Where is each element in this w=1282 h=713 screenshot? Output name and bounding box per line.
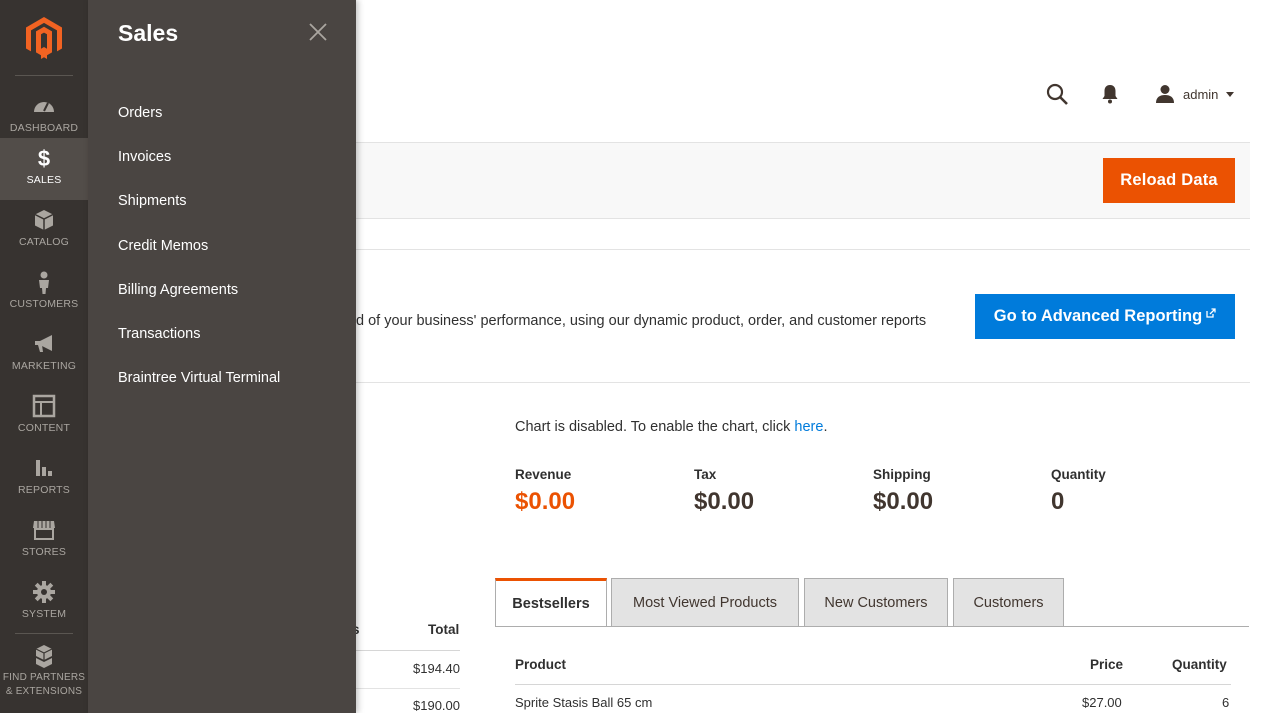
nav-label-line2: & EXTENSIONS <box>5 686 83 697</box>
grid-header-quantity: Quantity <box>1172 657 1227 672</box>
flyout-item-credit-memos[interactable]: Credit Memos <box>118 238 208 254</box>
left-table-cell: $190.00 <box>413 698 460 713</box>
table-row-divider <box>356 688 460 689</box>
tab-baseline <box>495 626 1249 627</box>
nav-label: MARKETING <box>11 360 77 372</box>
nav-label: CUSTOMERS <box>9 298 79 310</box>
chevron-down-icon <box>1226 91 1235 97</box>
stat-value: $0.00 <box>694 488 755 515</box>
cube-icon <box>34 210 54 230</box>
boxes-icon <box>35 645 53 668</box>
advanced-reporting-text: d of your business' performance, using o… <box>356 313 927 329</box>
nav-label-multiline: FIND PARTNERS & EXTENSIONS <box>0 671 88 699</box>
tab-new-customers[interactable]: New Customers <box>804 578 948 627</box>
nav-item-marketing[interactable]: MARKETING <box>0 324 88 386</box>
divider <box>356 249 1250 250</box>
nav-item-stores[interactable]: STORES <box>0 510 88 572</box>
tab-bestsellers[interactable]: Bestsellers <box>495 578 607 627</box>
user-icon <box>1156 85 1174 103</box>
nav-item-customers[interactable]: CUSTOMERS <box>0 262 88 324</box>
grid-cell-price: $27.00 <box>1082 695 1122 710</box>
username: admin <box>1183 86 1219 102</box>
stat-value: $0.00 <box>873 488 934 515</box>
grid-cell-product: Sprite Stasis Ball 65 cm <box>515 695 653 710</box>
stat-label: Revenue <box>515 467 572 482</box>
chart-note-text: Chart is disabled. To enable the chart, … <box>515 419 795 435</box>
dashboard-icon <box>34 102 54 112</box>
nav-item-reports[interactable]: REPORTS <box>0 448 88 510</box>
nav-label: SALES <box>26 174 62 186</box>
gear-icon <box>33 581 55 603</box>
person-icon <box>39 271 49 294</box>
nav-item-find-partners[interactable]: FIND PARTNERS & EXTENSIONS <box>0 634 88 713</box>
stat-label: Shipping <box>873 467 931 482</box>
flyout-title: Sales <box>118 20 179 46</box>
advanced-reporting-button[interactable]: Go to Advanced Reporting <box>975 294 1235 339</box>
user-menu[interactable]: admin <box>1155 82 1235 106</box>
close-icon[interactable] <box>308 22 328 42</box>
search-icon[interactable] <box>1046 83 1068 105</box>
grid-header-divider <box>515 684 1231 685</box>
nav-label: REPORTS <box>18 484 70 496</box>
flyout-item-braintree[interactable]: Braintree Virtual Terminal <box>118 370 280 386</box>
nav-label: DASHBOARD <box>9 122 79 134</box>
grid-header-product: Product <box>515 657 567 672</box>
admin-nav: DASHBOARD $ SALES CATALOG CUSTOMERS MARK… <box>0 0 88 713</box>
reload-data-button[interactable]: Reload Data <box>1103 158 1235 203</box>
nav-label: STORES <box>21 546 67 558</box>
bar-chart-icon <box>36 460 52 476</box>
enable-chart-link[interactable]: here <box>794 419 823 435</box>
nav-divider <box>15 75 73 76</box>
dollar-icon: $ <box>37 146 51 171</box>
divider <box>356 382 1250 383</box>
flyout-item-orders[interactable]: Orders <box>118 105 162 121</box>
table-header-divider <box>356 650 460 651</box>
left-table-header-total: Total <box>428 622 460 637</box>
nav-item-sales[interactable]: $ SALES <box>0 138 88 200</box>
tab-most-viewed-products[interactable]: Most Viewed Products <box>611 578 799 627</box>
stat-label: Quantity <box>1051 467 1106 482</box>
flyout-item-transactions[interactable]: Transactions <box>118 326 200 342</box>
chart-disabled-note: Chart is disabled. To enable the chart, … <box>515 419 827 435</box>
megaphone-icon <box>35 335 52 352</box>
stat-shipping: Shipping $0.00 <box>873 467 933 516</box>
flyout-item-invoices[interactable]: Invoices <box>118 149 171 165</box>
layout-icon <box>32 394 56 418</box>
left-table-cell: $194.40 <box>413 661 460 676</box>
nav-item-content[interactable]: CONTENT <box>0 386 88 448</box>
magento-logo[interactable] <box>26 17 62 59</box>
chart-note-suffix: . <box>823 419 828 435</box>
grid-cell-quantity: 6 <box>1222 695 1230 710</box>
nav-label: CONTENT <box>17 422 71 434</box>
nav-item-system[interactable]: SYSTEM <box>0 572 88 634</box>
grid-header-price: Price <box>1090 657 1124 672</box>
stat-value: 0 <box>1051 488 1065 515</box>
nav-label: CATALOG <box>18 236 70 248</box>
flyout-item-shipments[interactable]: Shipments <box>118 193 187 209</box>
stat-label: Tax <box>694 467 717 482</box>
external-link-icon <box>1206 307 1216 318</box>
sales-flyout-menu: Sales Orders Invoices Shipments Credit M… <box>88 0 356 713</box>
flyout-item-billing-agreements[interactable]: Billing Agreements <box>118 282 238 298</box>
bell-icon[interactable] <box>1101 84 1119 104</box>
store-icon <box>33 521 55 540</box>
stat-tax: Tax $0.00 <box>694 467 754 516</box>
stat-value: $0.00 <box>515 488 576 515</box>
nav-item-catalog[interactable]: CATALOG <box>0 200 88 262</box>
tab-customers[interactable]: Customers <box>953 578 1064 627</box>
stat-quantity: Quantity 0 <box>1051 467 1106 516</box>
advanced-reporting-label: Go to Advanced Reporting <box>993 307 1203 325</box>
nav-label-line1: FIND PARTNERS <box>2 672 86 683</box>
stat-revenue: Revenue $0.00 <box>515 467 575 516</box>
nav-label: SYSTEM <box>21 608 67 620</box>
